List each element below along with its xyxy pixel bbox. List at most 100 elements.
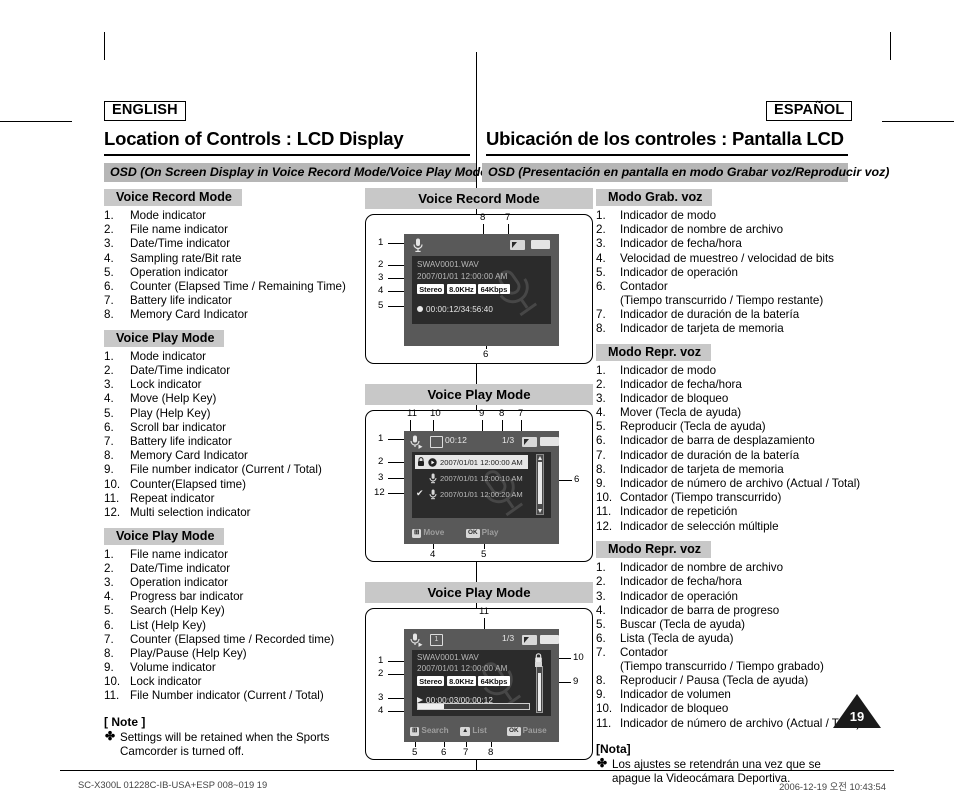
chip-sampling-rate: 8.0KHz [446,284,476,294]
lcd-file-number: 1/3 [502,633,515,643]
indicator-list: 1. Mode indicator 2. File name indicator 3… [104,209,364,322]
progress-bar[interactable] [417,703,530,710]
title-rule-left [104,154,470,157]
callout-7: 7 [463,747,469,758]
lcd-filename: SWAV0001.WAV [417,653,479,662]
list-item: 9. Indicador de número de archivo (Actual… [596,477,861,490]
help-key-search[interactable]: ⊞ Search [410,726,449,736]
title-rule-right [486,154,848,157]
chip-channel: Stereo [417,284,445,294]
table-row[interactable]: 2007/01/01 12:00:10 AM [415,471,528,485]
multi-selection-check-icon: ✔ [416,488,424,498]
lcd-status-bar: 00:12 1/3 [404,431,559,453]
spanish-section-1: Modo Repr. voz 1. Indicador de modo 2. Ind… [596,343,861,534]
lcd-screen-record: SWAV0001.WAV 2007/01/01 12:00:00 AM Ster… [404,234,559,346]
volume-indicator[interactable] [536,666,543,713]
indicator-list: 1. Indicador de modo 2. Indicador de fecha… [596,364,861,534]
list-item: 2. Date/Time indicator [104,364,231,378]
list-item: 1. File name indicator [104,547,228,561]
section-heading: Voice Record Mode [104,189,242,206]
battery-icon [531,240,550,249]
language-tag-english: ENGLISH [104,101,186,121]
chip-bitrate: 64Kbps [478,284,510,294]
callout-6: 6 [574,474,580,485]
memory-card-icon [522,437,537,447]
list-item: 4. Mover (Tecla de ayuda) [596,406,742,420]
list-item: 4. Indicador de barra de progreso [596,603,780,617]
list-item: 7. Battery life indicator [104,294,232,308]
list-item: 6. Indicador de barra de desplazamiento [596,434,815,448]
english-section-2: Voice Play Mode 1. File name indicator 2.… [104,527,364,703]
list-item: 10. Counter(Elapsed time) [104,477,246,491]
list-item: 10. Indicador de bloqueo [596,702,729,716]
list-item: 11. Indicador de repetición [596,505,738,519]
screen-caption-play-detail: Voice Play Mode [365,582,593,603]
list-item: 8. Reproducir / Pausa (Tecla de ayuda) [596,674,809,688]
list-item: 9. File number indicator (Current / Total… [104,463,322,477]
battery-icon [540,635,559,644]
lcd-help-bar: ⊞ Search ▲ List OK Pause [404,720,559,742]
lcd-figure-play-detail: 11 1 2 3 4 10 9 5 6 7 8 1 1/3 SWAV0001.W… [365,607,593,760]
list-item: 4. Move (Help Key) [104,392,217,406]
help-key-pause[interactable]: OK Pause [507,726,547,736]
list-item: 5. Play (Help Key) [104,406,211,420]
section-heading: Voice Play Mode [104,329,225,347]
callout-4: 4 [378,705,384,716]
callout-10: 10 [573,652,584,663]
indicator-list: 1. File name indicator 2. Date/Time indica… [104,548,364,703]
spanish-content-column: Modo Grab. voz 1. Indicador de modo 2. Ind… [596,188,861,786]
list-item: 5. Reproducir (Tecla de ayuda) [596,420,766,434]
list-item: 4. Velocidad de muestreo / velocidad de b… [596,251,834,265]
scrollbar[interactable] [536,454,544,515]
lcd-illustrations-column: Voice Record Mode 8 7 1 2 3 4 5 6 SWAV00… [365,188,593,760]
list-item: 11. Indicador de número de archivo (Actua… [596,716,861,730]
ok-key-icon: OK [466,528,480,538]
list-key-icon: ▲ [460,726,471,736]
scrollbar-thumb[interactable] [538,462,542,504]
callout-6: 6 [483,349,489,360]
english-section-1: Voice Play Mode 1. Mode indicator 2. Date/… [104,329,364,520]
lcd-screen-play-list: 00:12 1/3 2007/01/01 12:00:00 AM 2007/01… [404,431,559,544]
indicator-list: 1. Indicador de modo 2. Indicador de nombr… [596,209,852,336]
callout-2: 2 [378,668,384,679]
callout-8: 8 [480,212,486,223]
list-item: 8. Memory Card Indicator [104,308,248,322]
help-key-move[interactable]: ⊞ Move [412,528,444,538]
help-key-list[interactable]: ▲ List [460,726,487,736]
scrollbar-arrow-down-icon [538,509,542,513]
list-item: 6. Contador (Tiempo transcurrido / Tiempo… [596,279,824,307]
callout-9: 9 [573,676,579,687]
callout-5: 5 [378,300,384,311]
page-title-spanish: Ubicación de los controles : Pantalla LC… [486,128,844,149]
list-item: 10. Contador (Tiempo transcurrido) [596,491,782,505]
list-item: 5. Operation indicator [104,265,228,279]
callout-3: 3 [378,472,384,483]
note-title-english: [ Note ] [104,715,146,730]
voice-play-mode-icon [410,633,423,647]
table-row[interactable]: ✔ 2007/01/01 12:00:20 AM [415,487,528,501]
list-item: 4. Sampling rate/Bit rate [104,251,242,265]
list-item: 6. Scroll bar indicator [104,420,227,434]
section-heading: Modo Repr. voz [596,343,712,361]
callout-8: 8 [499,408,505,419]
list-item: 8. Indicador de tarjeta de memoria [596,462,784,476]
crop-mark-right-upper [882,121,954,122]
list-item: 2. File name indicator [104,223,228,237]
list-item: 2. Indicador de fecha/hora [596,377,742,391]
help-key-play[interactable]: OK Play [466,528,498,538]
list-row-datetime: 2007/01/01 12:00:20 AM [440,489,523,499]
list-item: 1. Mode indicator [104,209,207,222]
section-heading: Voice Play Mode [104,527,225,545]
screen-caption-play-list: Voice Play Mode [365,384,593,405]
callout-12: 12 [374,487,385,498]
osd-subtitle-spanish: OSD (Presentación en pantalla en modo Gr… [482,163,889,182]
callout-3: 3 [378,692,384,703]
list-item: 3. Operation indicator [104,575,228,589]
list-item: 7. Indicador de duración de la batería [596,307,800,321]
section-heading: Modo Repr. voz [596,541,712,559]
callout-9: 9 [479,408,485,419]
list-item: 8. Memory Card Indicator [104,449,248,463]
table-row[interactable]: 2007/01/01 12:00:00 AM [415,455,528,469]
repeat-one-indicator-icon: 1 [430,634,443,646]
spanish-section-0: Modo Grab. voz 1. Indicador de modo 2. Ind… [596,188,852,336]
